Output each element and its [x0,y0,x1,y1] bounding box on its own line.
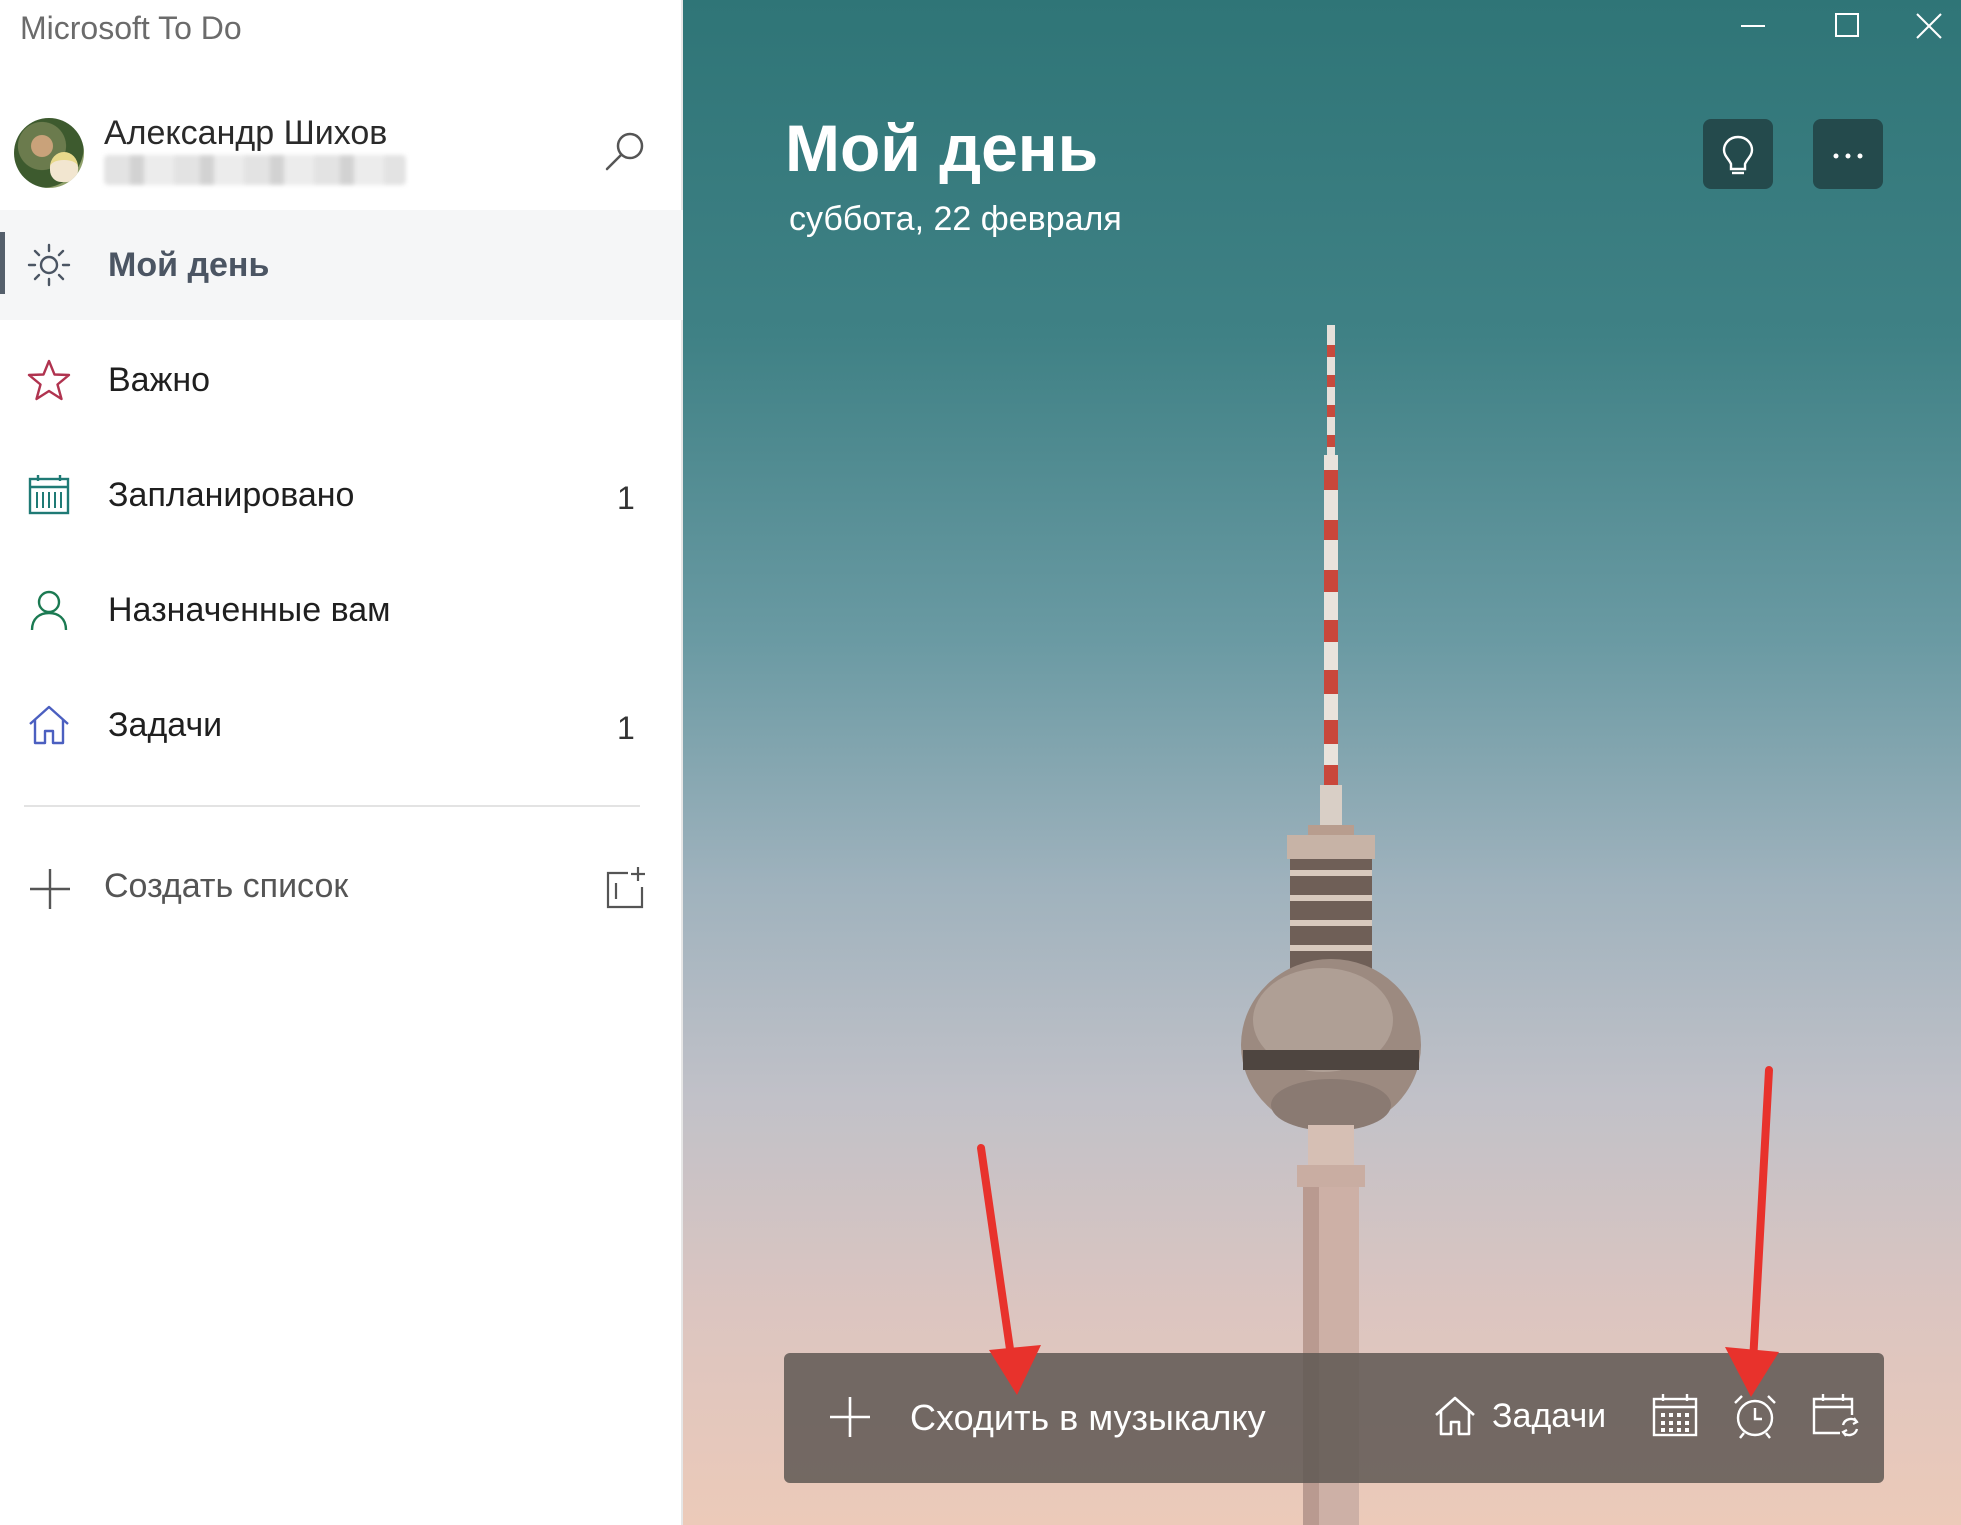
create-group-button[interactable] [602,865,648,911]
sidebar-item-label: Мой день [108,246,270,284]
list-date: суббота, 22 февраля [789,200,1122,238]
repeat-button[interactable] [1810,1391,1860,1441]
calendar-icon [28,475,70,515]
sidebar-item-my-day[interactable]: Мой день [0,210,683,320]
more-options-button[interactable] [1813,119,1883,189]
create-list-label: Создать список [104,867,349,905]
home-icon [29,705,69,745]
star-icon [27,359,71,401]
sidebar-item-label: Назначенные вам [108,591,391,629]
add-task-input[interactable] [910,1383,1350,1453]
maximize-button[interactable] [1826,8,1866,44]
close-icon [1916,13,1942,39]
sidebar-item-planned[interactable]: Запланировано 1 [0,440,683,550]
suggestions-button[interactable] [1703,119,1773,189]
sidebar-item-label: Запланировано [108,476,355,514]
close-button[interactable] [1909,8,1949,44]
add-task-plus-icon[interactable] [828,1395,872,1439]
sun-icon [27,243,71,287]
sidebar-item-count: 1 [617,480,635,516]
sidebar-item-tasks[interactable]: Задачи 1 [0,670,683,780]
avatar[interactable] [14,118,84,188]
calendar-repeat-icon [1812,1394,1859,1437]
plus-icon [30,869,70,909]
create-list-button[interactable]: Создать список [0,845,683,935]
list-picker-label: Задачи [1492,1397,1607,1435]
sidebar-item-label: Задачи [108,706,223,744]
alarm-clock-icon [1734,1395,1776,1439]
main-pane: Мой день суббота, 22 февраля Задачи [683,0,1961,1525]
lightbulb-icon [1722,135,1754,175]
divider [24,805,640,807]
profile-name: Александр Шихов [104,114,388,152]
sidebar: Microsoft To Do Александр Шихов Мой день [0,0,683,1525]
calendar-icon [1652,1394,1698,1437]
more-icon [1833,153,1863,159]
home-icon [1435,1396,1475,1436]
person-icon [30,590,68,631]
sidebar-item-count: 1 [617,710,635,746]
add-task-bar: Задачи [784,1353,1884,1483]
search-icon [605,132,644,171]
minimize-icon [1741,25,1765,27]
profile-email-redacted [104,155,406,185]
sidebar-item-important[interactable]: Важно [0,325,683,435]
list-title: Мой день [785,111,1099,185]
reminder-button[interactable] [1730,1391,1780,1441]
profile-header[interactable]: Александр Шихов [0,110,683,200]
active-indicator [0,232,5,294]
due-date-button[interactable] [1650,1391,1700,1441]
app-title: Microsoft To Do [20,10,242,46]
search-button[interactable] [600,128,650,178]
sidebar-item-assigned[interactable]: Назначенные вам [0,555,683,665]
new-group-icon [606,867,645,909]
sidebar-item-label: Важно [108,361,211,399]
maximize-icon [1835,13,1859,37]
minimize-button[interactable] [1733,8,1773,44]
